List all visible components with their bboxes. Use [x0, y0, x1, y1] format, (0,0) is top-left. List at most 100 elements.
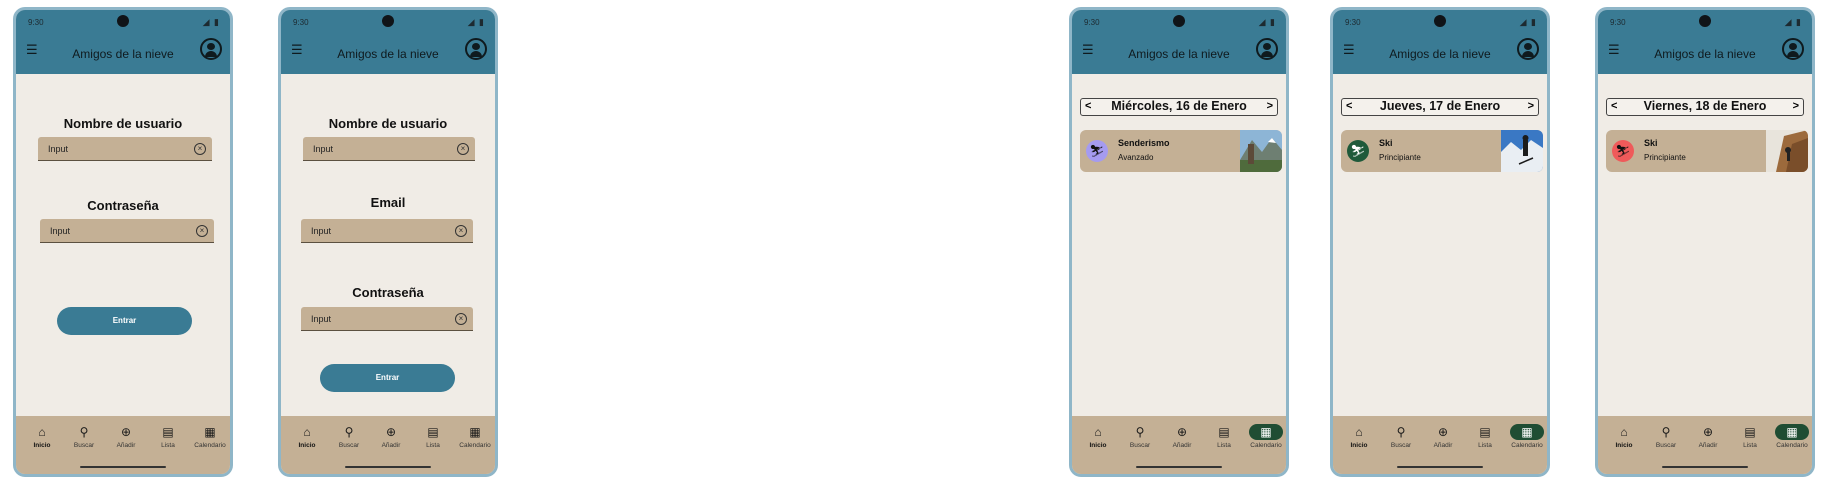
account-icon[interactable] [1517, 38, 1539, 60]
nav-item-buscar[interactable]: ⚲ Buscar [1120, 424, 1160, 449]
nav-item-lista[interactable]: ▤ Lista [413, 424, 453, 449]
clear-icon[interactable]: × [196, 225, 208, 237]
previous-day-button[interactable]: < [1346, 100, 1352, 112]
nav-label: Buscar [338, 442, 360, 449]
signal-battery-icon: ◢ ▮ [1258, 17, 1276, 27]
email-field[interactable]: × [301, 219, 473, 243]
add-circle-icon: ⊕ [1176, 425, 1188, 439]
status-bar: 9:30 ◢ ▮ [1598, 10, 1812, 34]
activity-card[interactable]: ⛷ Ski Principiante [1341, 130, 1543, 172]
signal-battery-icon: ◢ ▮ [1784, 17, 1802, 27]
nav-label: Calendario [1511, 442, 1543, 449]
nav-label: Lista [1217, 442, 1231, 449]
nav-label: Calendario [1250, 442, 1282, 449]
search-icon: ⚲ [344, 425, 354, 439]
phone-calendar-friday: 9:30 ◢ ▮ ☰ Amigos de la nieve < Viernes,… [1595, 7, 1815, 477]
nav-item-calendario[interactable]: ▦ Calendario [455, 424, 495, 449]
clear-icon[interactable]: × [455, 313, 467, 325]
nav-item-lista[interactable]: ▤ Lista [1730, 424, 1770, 449]
nav-item-inicio[interactable]: ⌂ Inicio [287, 424, 327, 449]
account-icon[interactable] [200, 38, 222, 60]
activity-card[interactable]: ⛷ Ski Principiante [1606, 130, 1808, 172]
status-bar: 9:30 ◢ ▮ [281, 10, 495, 34]
nav-item-lista[interactable]: ▤ Lista [148, 424, 188, 449]
nav-item-añadir[interactable]: ⊕ Añadir [371, 424, 411, 449]
username-input[interactable] [311, 143, 455, 155]
nav-label: Buscar [1129, 442, 1151, 449]
nav-item-buscar[interactable]: ⚲ Buscar [64, 424, 104, 449]
add-circle-icon: ⊕ [120, 425, 132, 439]
bottom-nav: ⌂ Inicio ⚲ Buscar ⊕ Añadir ▤ Lista ▦ Calendario [1333, 416, 1547, 474]
nav-item-añadir[interactable]: ⊕ Añadir [1423, 424, 1463, 449]
password-field[interactable]: × [301, 307, 473, 331]
add-circle-icon: ⊕ [385, 425, 397, 439]
activity-card[interactable]: ⛷ Senderismo Avanzado [1080, 130, 1282, 172]
nav-item-calendario[interactable]: ▦ Calendario [190, 424, 230, 449]
email-label: Email [370, 195, 406, 210]
nav-label: Lista [1478, 442, 1492, 449]
status-time: 9:30 [293, 18, 309, 27]
gesture-handle [1397, 466, 1483, 468]
nav-item-inicio[interactable]: ⌂ Inicio [1604, 424, 1644, 449]
gesture-handle [1136, 466, 1222, 468]
nav-item-buscar[interactable]: ⚲ Buscar [1646, 424, 1686, 449]
account-icon[interactable] [465, 38, 487, 60]
next-day-button[interactable]: > [1528, 100, 1534, 112]
username-input[interactable] [46, 143, 190, 155]
nav-item-calendario[interactable]: ▦ Calendario [1507, 424, 1547, 449]
enter-button[interactable]: Entrar [320, 364, 455, 392]
app-title: Amigos de la nieve [1128, 47, 1230, 61]
next-day-button[interactable]: > [1267, 100, 1273, 112]
nav-item-buscar[interactable]: ⚲ Buscar [329, 424, 369, 449]
previous-day-button[interactable]: < [1085, 100, 1091, 112]
nav-label: Inicio [1615, 442, 1633, 449]
username-field[interactable]: × [303, 137, 475, 161]
nav-item-inicio[interactable]: ⌂ Inicio [22, 424, 62, 449]
camera-notch [1173, 15, 1185, 27]
nav-item-inicio[interactable]: ⌂ Inicio [1078, 424, 1118, 449]
activity-badge-icon: ⛷ [1612, 140, 1634, 162]
nav-item-calendario[interactable]: ▦ Calendario [1772, 424, 1812, 449]
password-field[interactable]: × [40, 219, 214, 243]
username-field[interactable]: × [38, 137, 212, 161]
nav-label: Añadir [1172, 442, 1192, 449]
email-input[interactable] [309, 225, 453, 237]
nav-label: Calendario [459, 442, 491, 449]
date-selector: < Jueves, 17 de Enero > [1341, 98, 1539, 116]
password-input[interactable] [48, 225, 192, 237]
date-label: Viernes, 18 de Enero [1643, 99, 1767, 113]
status-time: 9:30 [1610, 18, 1626, 27]
username-label: Nombre de usuario [63, 116, 183, 131]
home-icon: ⌂ [38, 425, 46, 439]
nav-label: Lista [426, 442, 440, 449]
enter-button[interactable]: Entrar [57, 307, 192, 335]
camera-notch [1699, 15, 1711, 27]
nav-label: Buscar [73, 442, 95, 449]
nav-item-buscar[interactable]: ⚲ Buscar [1381, 424, 1421, 449]
nav-item-inicio[interactable]: ⌂ Inicio [1339, 424, 1379, 449]
status-time: 9:30 [28, 18, 44, 27]
clear-icon[interactable]: × [455, 225, 467, 237]
activity-photo [1766, 130, 1808, 172]
clear-icon[interactable]: × [194, 143, 206, 155]
home-icon: ⌂ [1094, 425, 1102, 439]
app-title: Amigos de la nieve [72, 47, 174, 61]
app-bar: ☰ Amigos de la nieve [1333, 34, 1547, 74]
nav-item-calendario[interactable]: ▦ Calendario [1246, 424, 1286, 449]
camera-notch [1434, 15, 1446, 27]
nav-item-lista[interactable]: ▤ Lista [1204, 424, 1244, 449]
nav-item-añadir[interactable]: ⊕ Añadir [1688, 424, 1728, 449]
previous-day-button[interactable]: < [1611, 100, 1617, 112]
app-bar: ☰ Amigos de la nieve [16, 34, 230, 74]
next-day-button[interactable]: > [1793, 100, 1799, 112]
clipboard-list-icon: ▤ [1744, 425, 1756, 439]
nav-item-añadir[interactable]: ⊕ Añadir [1162, 424, 1202, 449]
nav-item-lista[interactable]: ▤ Lista [1465, 424, 1505, 449]
password-input[interactable] [309, 313, 453, 325]
account-icon[interactable] [1782, 38, 1804, 60]
app-title: Amigos de la nieve [337, 47, 439, 61]
account-icon[interactable] [1256, 38, 1278, 60]
clear-icon[interactable]: × [457, 143, 469, 155]
search-icon: ⚲ [79, 425, 89, 439]
nav-item-añadir[interactable]: ⊕ Añadir [106, 424, 146, 449]
